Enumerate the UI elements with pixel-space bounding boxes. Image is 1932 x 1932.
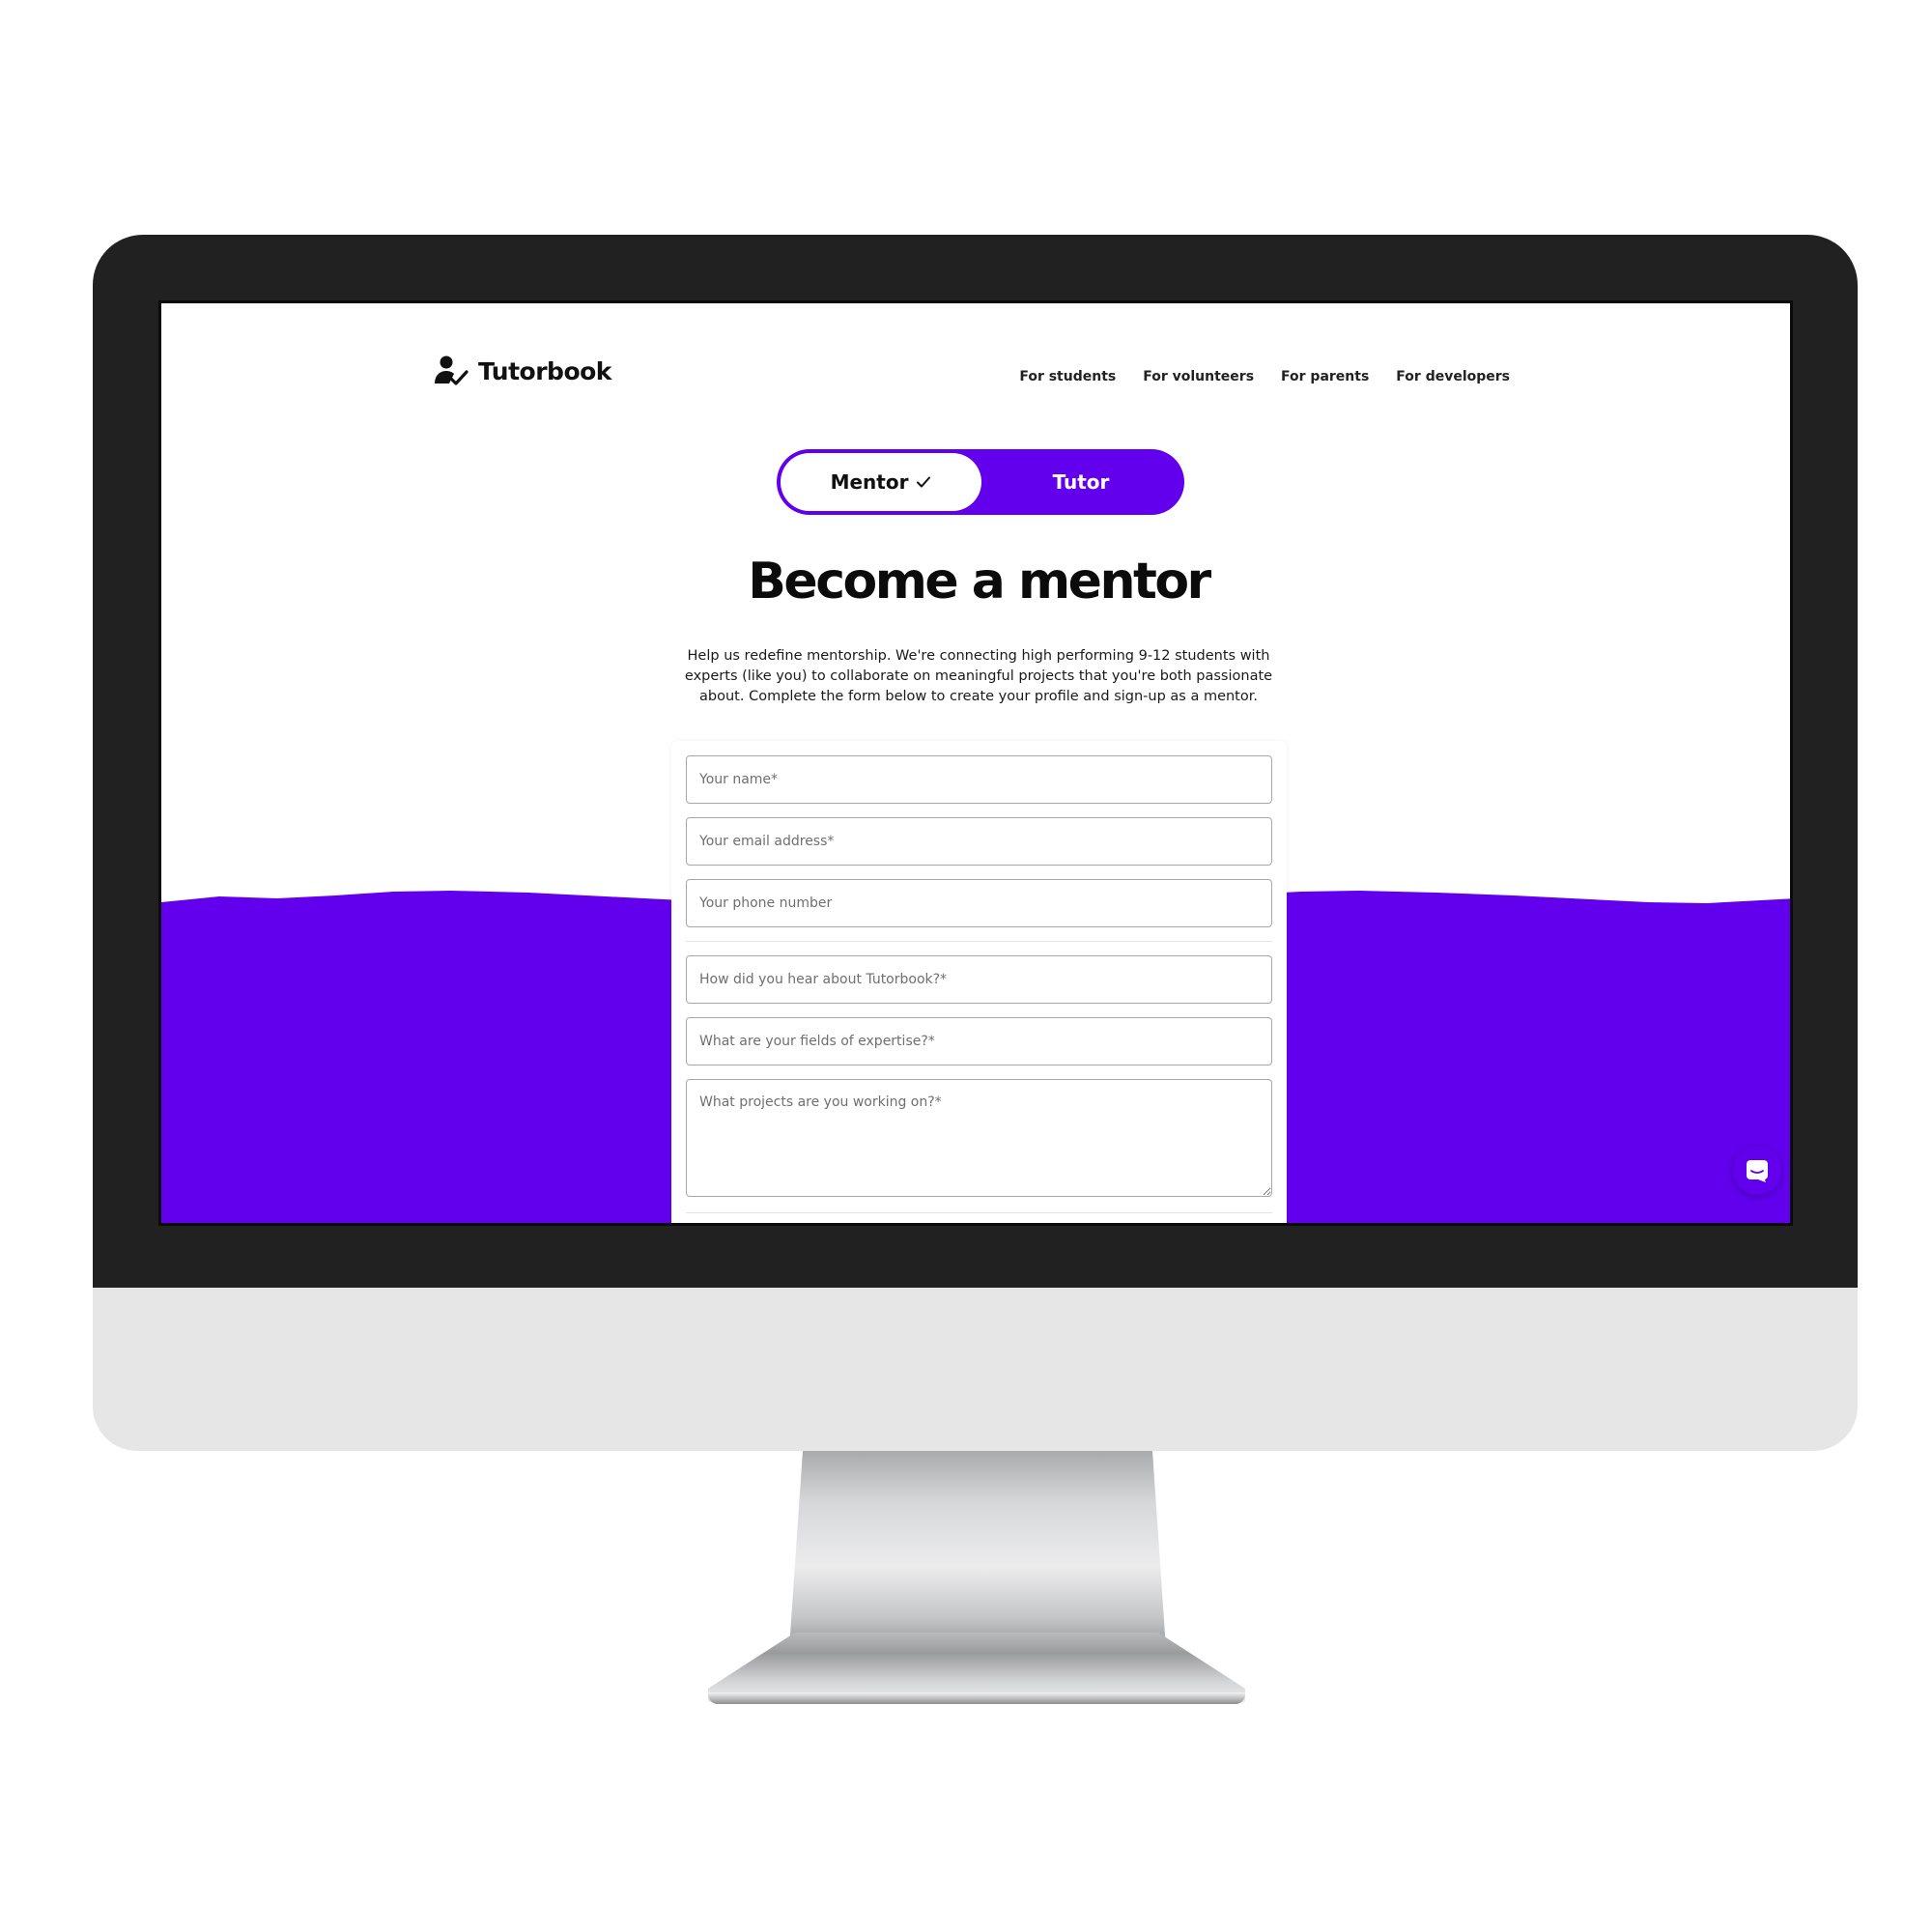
- referral-field[interactable]: [686, 955, 1272, 1004]
- chat-icon: [1747, 1160, 1768, 1182]
- screen: Tutorbook For students For volunteers Fo…: [158, 300, 1793, 1226]
- expertise-field[interactable]: [686, 1017, 1272, 1065]
- form-divider: [686, 1212, 1272, 1213]
- page-title: Become a mentor: [748, 553, 1211, 611]
- role-toggle: Mentor Tutor: [777, 449, 1184, 515]
- user-check-icon: [435, 355, 469, 385]
- nav-for-parents[interactable]: For parents: [1281, 369, 1369, 384]
- email-field[interactable]: [686, 817, 1272, 866]
- mentor-toggle-button[interactable]: Mentor: [781, 453, 981, 511]
- name-field[interactable]: [686, 755, 1272, 804]
- projects-field[interactable]: [686, 1079, 1272, 1197]
- nav-for-students[interactable]: For students: [1019, 369, 1116, 384]
- page-description: Help us redefine mentorship. We're conne…: [684, 648, 1273, 704]
- mentor-toggle-label: Mentor: [830, 470, 909, 494]
- tutor-toggle-button[interactable]: Tutor: [981, 453, 1180, 511]
- phone-field[interactable]: [686, 879, 1272, 927]
- signup-form: [671, 741, 1287, 1223]
- nav-for-volunteers[interactable]: For volunteers: [1143, 369, 1254, 384]
- check-icon: [917, 476, 931, 488]
- logo[interactable]: Tutorbook: [432, 352, 611, 390]
- chat-button[interactable]: [1733, 1147, 1781, 1195]
- monitor-stand-base-edge: [708, 1692, 1245, 1704]
- brand-name: Tutorbook: [478, 356, 611, 385]
- nav-for-developers[interactable]: For developers: [1396, 369, 1510, 384]
- monitor-chin: [93, 1288, 1858, 1451]
- tutor-toggle-label: Tutor: [1052, 470, 1110, 494]
- form-divider: [686, 941, 1272, 942]
- top-nav: For students For volunteers For parents …: [1019, 369, 1510, 384]
